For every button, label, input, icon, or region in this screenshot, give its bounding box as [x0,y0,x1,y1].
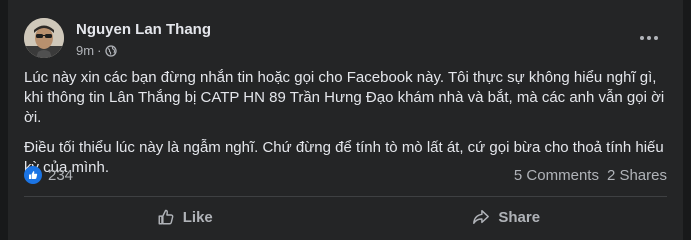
post-stats: 234 5 Comments 2 Shares [24,162,667,188]
reaction-count: 234 [48,166,74,184]
more-horizontal-icon[interactable] [635,24,663,52]
like-label: Like [182,208,213,226]
post-paragraph: Lúc này xin các bạn đừng nhắn tin hoặc g… [24,69,665,126]
shares-count-link[interactable]: 2 Shares [607,167,667,184]
post-card: Nguyen Lan Thang 9m · Lúc này xin các bạ… [8,0,683,240]
like-button[interactable]: Like [24,200,346,234]
actions-divider [24,196,667,197]
avatar-image [24,18,64,58]
post-header: Nguyen Lan Thang 9m · [24,14,667,62]
author-name[interactable]: Nguyen Lan Thang [76,21,211,38]
author-avatar[interactable] [24,18,64,58]
post-time[interactable]: 9m [76,43,94,58]
reaction-summary[interactable]: 234 [24,166,73,184]
share-button[interactable]: Share [346,200,668,234]
engagement-counts: 5 Comments 2 Shares [514,167,667,184]
globe-icon[interactable] [105,44,118,57]
share-arrow-icon [472,208,490,226]
thumbs-up-icon [157,208,175,226]
post-actions: Like Share [24,200,667,234]
post-meta: 9m · [76,43,118,58]
meta-separator: · [97,43,102,58]
comments-count-link[interactable]: 5 Comments [514,167,599,184]
share-label: Share [498,208,541,226]
like-reaction-icon [24,166,42,184]
